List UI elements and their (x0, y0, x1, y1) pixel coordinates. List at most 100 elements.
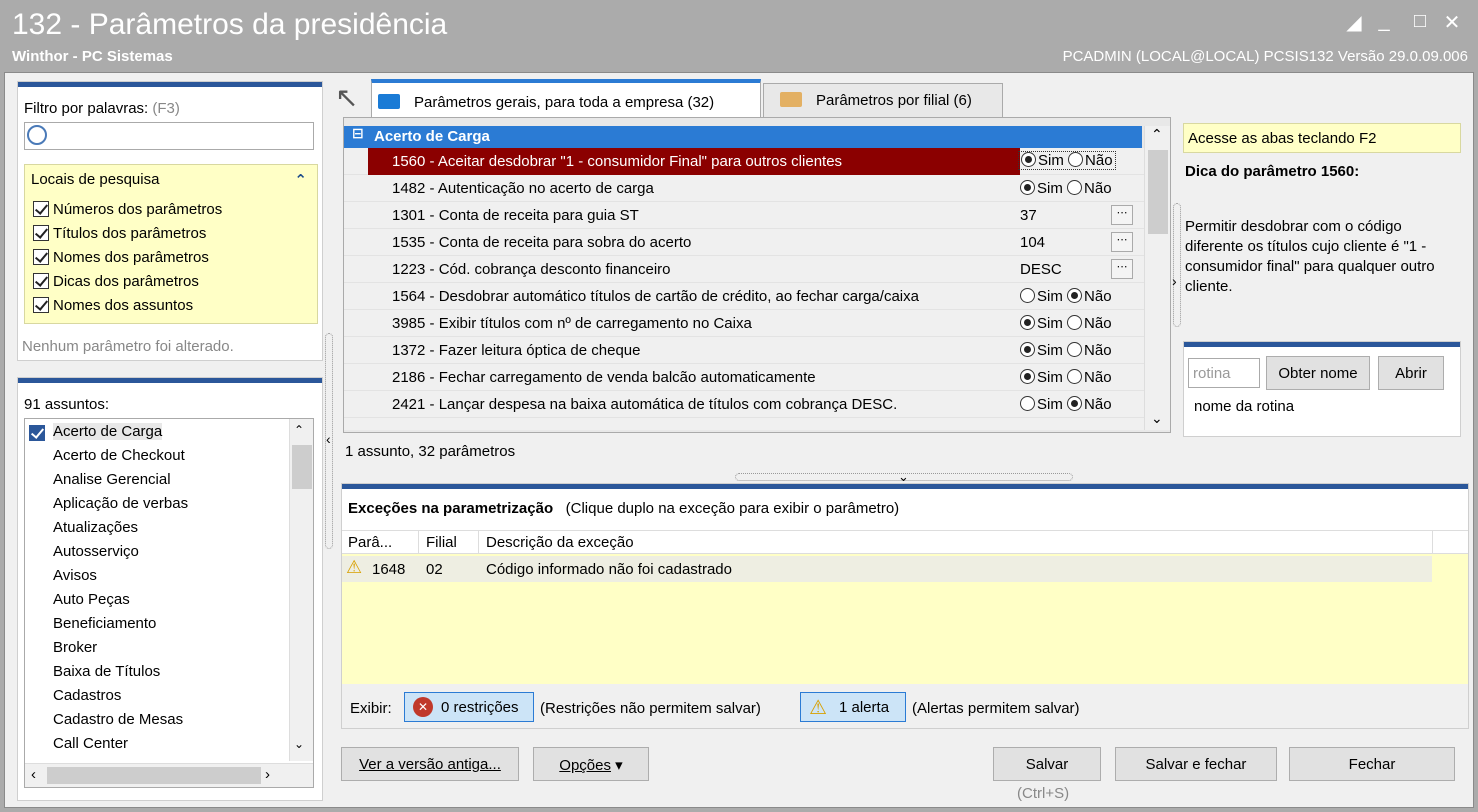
col-branch[interactable]: Filial (426, 534, 457, 551)
col-description[interactable]: Descrição da exceção (486, 534, 634, 551)
table-row[interactable]: 2186 - Fechar carregamento de venda balc… (344, 364, 1144, 391)
routine-input[interactable]: rotina (1188, 358, 1260, 388)
list-item[interactable]: Avisos (53, 567, 97, 584)
radio-icon[interactable] (1067, 342, 1083, 357)
radio-icon[interactable] (1067, 369, 1083, 384)
expand-right-icon[interactable]: › (1172, 273, 1177, 289)
radio-group[interactable]: Sim Não (1020, 369, 1112, 386)
open-button[interactable]: Abrir (1378, 356, 1444, 390)
option-names[interactable]: Nomes dos parâmetros (33, 249, 209, 266)
grid-scrollbar[interactable]: ⌃ ⌄ (1144, 126, 1170, 430)
table-row[interactable]: 2421 - Lançar despesa na baixa automátic… (344, 391, 1144, 418)
scroll-thumb[interactable] (1148, 150, 1168, 234)
list-item[interactable]: Aplicação de verbas (53, 495, 188, 512)
table-row[interactable]: 1564 - Desdobrar automático títulos de c… (344, 283, 1144, 310)
radio-icon[interactable] (1020, 315, 1035, 330)
tab-general[interactable]: Parâmetros gerais, para toda a empresa (… (371, 79, 761, 117)
radio-icon[interactable] (1020, 369, 1035, 384)
maximize-icon[interactable]: □ (1408, 10, 1432, 33)
selected-subject-check[interactable] (29, 425, 49, 442)
options-button[interactable]: Opções ▾ (533, 747, 649, 781)
restrictions-button[interactable]: ✕ 0 restrições (404, 692, 534, 722)
value-field[interactable]: 104 (1020, 234, 1045, 251)
table-row[interactable]: 1223 - Cód. cobrança desconto financeiro… (344, 256, 1144, 283)
ellipsis-button[interactable]: ⋯ (1111, 232, 1133, 252)
close-icon[interactable]: ✕ (1440, 10, 1464, 35)
list-item[interactable]: Cadastros (53, 687, 121, 704)
option-numbers[interactable]: Números dos parâmetros (33, 201, 222, 218)
search-input[interactable] (24, 122, 314, 150)
folder-icon (780, 92, 802, 107)
table-row[interactable]: 1372 - Fazer leitura óptica de cheque Si… (344, 337, 1144, 364)
table-row[interactable]: 1301 - Conta de receita para guia ST 37 … (344, 202, 1144, 229)
list-item[interactable]: Auto Peças (53, 591, 130, 608)
save-close-button[interactable]: Salvar e fechar (1115, 747, 1277, 781)
collapse-left-icon[interactable]: ‹ (326, 431, 331, 447)
ellipsis-button[interactable]: ⋯ (1111, 205, 1133, 225)
col-param[interactable]: Parâ... (348, 534, 392, 551)
collapse-group-icon[interactable]: ⊟ (352, 125, 364, 142)
alerts-button[interactable]: ⚠ 1 alerta (800, 692, 906, 722)
list-item[interactable]: Acerto de Checkout (53, 447, 185, 464)
radio-group[interactable]: Sim Não (1020, 180, 1112, 197)
list-item[interactable]: Baixa de Títulos (53, 663, 160, 680)
vertical-scrollbar[interactable]: ⌃ ⌄ (289, 419, 313, 761)
hint-title: Dica do parâmetro 1560: (1185, 163, 1360, 180)
collapse-icon[interactable]: ⌃ (294, 171, 307, 189)
alerts-note: (Alertas permitem salvar) (912, 700, 1080, 717)
old-version-button[interactable]: Ver a versão antiga... (341, 747, 519, 781)
list-item[interactable]: Autosserviço (53, 543, 139, 560)
radio-icon[interactable] (1021, 152, 1036, 167)
radio-icon[interactable] (1068, 152, 1084, 167)
option-subjects[interactable]: Nomes dos assuntos (33, 297, 193, 314)
radio-group[interactable]: Sim Não (1020, 315, 1112, 332)
scroll-right-icon[interactable]: › (265, 766, 270, 783)
list-item[interactable]: Atualizações (53, 519, 138, 536)
scroll-thumb-h[interactable] (47, 767, 261, 784)
radio-icon[interactable] (1067, 180, 1083, 195)
radio-icon[interactable] (1020, 288, 1035, 303)
list-item[interactable]: Analise Gerencial (53, 471, 171, 488)
scroll-down-icon[interactable]: ⌄ (294, 737, 304, 751)
group-header[interactable]: ⊟ Acerto de Carga (344, 125, 1142, 148)
close-button[interactable]: Fechar (1289, 747, 1455, 781)
radio-group[interactable]: Sim Não (1020, 288, 1112, 305)
list-item[interactable]: Broker (53, 639, 97, 656)
scroll-left-icon[interactable]: ‹ (31, 766, 36, 783)
minimize-icon[interactable]: _ (1372, 10, 1396, 33)
radio-icon[interactable] (1020, 396, 1035, 411)
list-item[interactable]: Cadastro de Mesas (53, 711, 183, 728)
horizontal-scrollbar[interactable]: ‹ › (25, 763, 313, 787)
table-row[interactable]: 3985 - Exibir títulos com nº de carregam… (344, 310, 1144, 337)
value-field[interactable]: 37 (1020, 207, 1037, 224)
table-row[interactable]: 1482 - Autenticação no acerto de carga S… (344, 175, 1144, 202)
restore-icon[interactable]: ◢ (1342, 10, 1366, 35)
radio-icon[interactable] (1020, 180, 1035, 195)
option-titles[interactable]: Títulos dos parâmetros (33, 225, 206, 242)
exceptions-panel: Exceções na parametrização (Clique duplo… (341, 483, 1469, 729)
scroll-thumb[interactable] (292, 445, 312, 489)
get-name-button[interactable]: Obter nome (1266, 356, 1370, 390)
radio-icon[interactable] (1067, 288, 1083, 303)
list-item[interactable]: Acerto de Carga (53, 423, 163, 440)
option-hints[interactable]: Dicas dos parâmetros (33, 273, 199, 290)
ellipsis-button[interactable]: ⋯ (1111, 259, 1133, 279)
save-button[interactable]: Salvar (993, 747, 1101, 781)
scroll-up-icon[interactable]: ⌃ (1151, 126, 1163, 143)
scroll-up-icon[interactable]: ⌃ (294, 423, 304, 437)
table-row[interactable]: 1535 - Conta de receita para sobra do ac… (344, 229, 1144, 256)
radio-icon[interactable] (1020, 342, 1035, 357)
radio-icon[interactable] (1067, 315, 1083, 330)
radio-group[interactable]: Sim Não (1020, 396, 1112, 413)
value-field[interactable]: DESC (1020, 261, 1062, 278)
radio-icon[interactable] (1067, 396, 1083, 411)
scroll-down-icon[interactable]: ⌄ (1151, 410, 1163, 427)
table-row[interactable]: 1560 - Aceitar desdobrar "1 - consumidor… (344, 148, 1144, 175)
hint-splitter[interactable] (1173, 203, 1181, 327)
radio-group[interactable]: Sim Não (1018, 151, 1116, 170)
list-item[interactable]: Call Center (53, 735, 128, 752)
table-row[interactable]: ⚠ 1648 02 Código informado não foi cadas… (342, 556, 1432, 582)
radio-group[interactable]: Sim Não (1020, 342, 1112, 359)
tab-branch[interactable]: Parâmetros por filial (6) (763, 83, 1003, 117)
list-item[interactable]: Beneficiamento (53, 615, 156, 632)
